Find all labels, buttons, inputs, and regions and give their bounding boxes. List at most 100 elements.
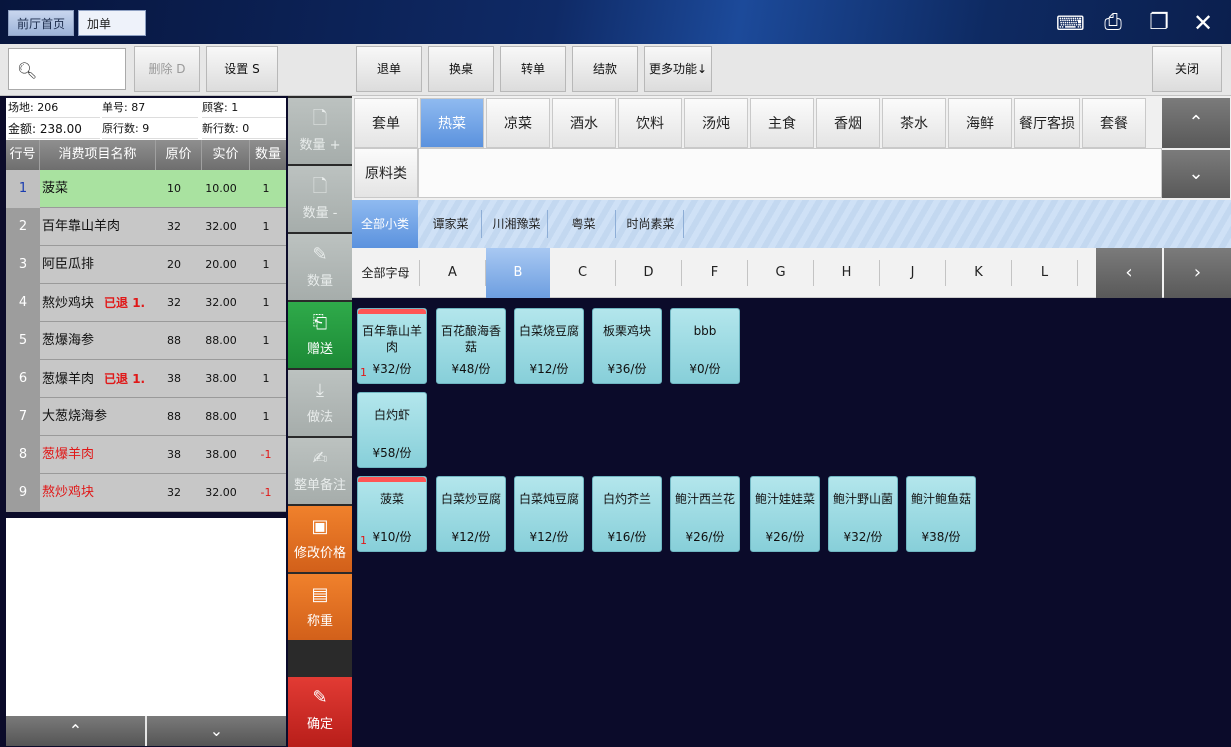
- table-row[interactable]: 3 阿臣瓜排 20 20.00 1: [6, 246, 286, 284]
- delete-button[interactable]: 删除 D: [134, 46, 200, 92]
- dish-card[interactable]: 百年靠山羊肉 ¥32/份 1: [357, 308, 427, 384]
- letter-filter[interactable]: J: [880, 260, 946, 286]
- letter-prev-button[interactable]: ‹: [1096, 248, 1162, 298]
- subcategory-tab[interactable]: 川湘豫菜: [486, 210, 548, 238]
- change-table-button[interactable]: 换桌: [428, 46, 494, 92]
- quantity: 1: [262, 410, 270, 423]
- document-icon: 🗋︎: [312, 176, 328, 197]
- quantity-plus-button[interactable]: 🗋︎ 数量 +: [288, 98, 352, 164]
- category-tab[interactable]: 餐厅客损: [1014, 98, 1080, 148]
- dish-card[interactable]: 鲍汁野山菌 ¥32/份: [828, 476, 898, 552]
- amount-label: 金额: 238.00: [8, 119, 100, 139]
- table-row[interactable]: 4 熬炒鸡块 已退 1. 32 32.00 1: [6, 284, 286, 322]
- subcategory-tab[interactable]: 时尚素菜: [618, 210, 684, 238]
- category-tab[interactable]: 海鲜: [948, 98, 1012, 148]
- tab-home[interactable]: 前厅首页: [8, 10, 74, 36]
- dish-name: 白菜烧豆腐: [518, 324, 579, 338]
- letter-filter[interactable]: F: [682, 260, 748, 286]
- item-name-text: 葱爆羊肉: [42, 447, 95, 462]
- tab-order[interactable]: 加单 206✕: [78, 10, 146, 57]
- restore-window-icon[interactable]: ❐: [1146, 10, 1172, 36]
- scroll-down-button[interactable]: ⌄: [147, 716, 286, 746]
- letter-filter[interactable]: H: [814, 260, 880, 286]
- search-icon: 🔍︎: [17, 61, 38, 80]
- modify-price-button[interactable]: ▣ 修改价格: [288, 506, 352, 572]
- category-down-button[interactable]: ⌄: [1162, 150, 1230, 198]
- table-row[interactable]: 7 大葱烧海参 88 88.00 1: [6, 398, 286, 436]
- table-row[interactable]: 6 葱爆羊肉 已退 1. 38 38.00 1: [6, 360, 286, 398]
- category-tab[interactable]: 套餐: [1082, 98, 1146, 148]
- order-note-button[interactable]: ✍ 整单备注: [288, 438, 352, 504]
- letter-filter[interactable]: G: [748, 260, 814, 286]
- item-name: 葱爆羊肉 已退 1.: [42, 360, 162, 398]
- weigh-button[interactable]: ▤ 称重: [288, 574, 352, 640]
- letter-filter[interactable]: D: [616, 260, 682, 286]
- category-tab[interactable]: 凉菜: [486, 98, 550, 148]
- category-up-button[interactable]: ⌃: [1162, 98, 1230, 148]
- dish-card[interactable]: 白菜炖豆腐 ¥12/份: [514, 476, 584, 552]
- category-tab[interactable]: 热菜: [420, 98, 484, 148]
- search-box[interactable]: 🔍︎: [8, 48, 126, 90]
- letter-filter[interactable]: A: [420, 260, 486, 286]
- category-tab[interactable]: 茶水: [882, 98, 946, 148]
- letter-filter[interactable]: 全部字母: [352, 260, 420, 286]
- keyboard-icon[interactable]: ⌨: [1056, 10, 1085, 36]
- letter-next-button[interactable]: ›: [1164, 248, 1231, 298]
- settings-button[interactable]: 设置 S: [206, 46, 278, 92]
- close-button[interactable]: 关闭: [1152, 46, 1222, 92]
- dish-card[interactable]: 鲍汁西兰花 ¥26/份: [670, 476, 740, 552]
- letter-filter[interactable]: B: [486, 248, 550, 298]
- item-name: 阿臣瓜排: [42, 246, 162, 284]
- dish-card[interactable]: 白灼芥兰 ¥16/份: [592, 476, 662, 552]
- table-row[interactable]: 5 葱爆海参 88 88.00 1: [6, 322, 286, 360]
- dish-card[interactable]: 白菜烧豆腐 ¥12/份: [514, 308, 584, 384]
- category-tab[interactable]: 饮料: [618, 98, 682, 148]
- dish-card[interactable]: 百花酿海香菇 ¥48/份: [436, 308, 506, 384]
- table-row[interactable]: 8 葱爆羊肉 38 38.00 -1: [6, 436, 286, 474]
- category-tab[interactable]: 香烟: [816, 98, 880, 148]
- title-bar: 前厅首页 加单 206✕ ⌨ ⎙ ❐ ✕: [0, 0, 1231, 57]
- quantity: 1: [262, 220, 270, 233]
- letter-filter[interactable]: C: [550, 260, 616, 286]
- search-input[interactable]: [37, 55, 121, 83]
- letter-filter[interactable]: L: [1012, 260, 1078, 286]
- quantity: -1: [260, 486, 272, 499]
- method-button[interactable]: ⤓ 做法: [288, 370, 352, 436]
- transfer-button[interactable]: 转单: [500, 46, 566, 92]
- subcategory-tab[interactable]: 谭家菜: [420, 210, 482, 238]
- dish-card[interactable]: 白菜炒豆腐 ¥12/份: [436, 476, 506, 552]
- guest-count-label: 顾客: 1: [202, 98, 286, 118]
- refund-button[interactable]: 退单: [356, 46, 422, 92]
- dish-card[interactable]: bbb ¥0/份: [670, 308, 740, 384]
- dish-card[interactable]: 菠菜 ¥10/份 1: [357, 476, 427, 552]
- category-tab[interactable]: 汤炖: [684, 98, 748, 148]
- dish-card[interactable]: 白灼虾 ¥58/份: [357, 392, 427, 468]
- dish-price: ¥16/份: [607, 530, 647, 544]
- dish-card[interactable]: 鲍汁鲍鱼菇 ¥38/份: [906, 476, 976, 552]
- letter-filter[interactable]: K: [946, 260, 1012, 286]
- table-row[interactable]: 1 菠菜 10 10.00 1: [6, 170, 286, 208]
- original-price: 88: [167, 410, 181, 423]
- category-tab[interactable]: 主食: [750, 98, 814, 148]
- quantity-button[interactable]: ✎ 数量: [288, 234, 352, 300]
- close-window-icon[interactable]: ✕: [1190, 10, 1216, 36]
- gift-button[interactable]: ⎗ 赠送: [288, 302, 352, 368]
- category-tab[interactable]: 原料类: [354, 148, 418, 198]
- item-name-text: 熬炒鸡块: [42, 485, 95, 500]
- confirm-button[interactable]: ✎ 确定: [288, 677, 352, 747]
- checkout-button[interactable]: 结款: [572, 46, 638, 92]
- quantity-minus-button[interactable]: 🗋︎ 数量 -: [288, 166, 352, 232]
- dish-card[interactable]: 板栗鸡块 ¥36/份: [592, 308, 662, 384]
- category-tab[interactable]: 酒水: [552, 98, 616, 148]
- subcategory-tab[interactable]: 全部小类: [352, 200, 418, 248]
- table-row[interactable]: 9 熬炒鸡块 32 32.00 -1: [6, 474, 286, 512]
- print-icon[interactable]: ⎙: [1100, 10, 1126, 36]
- category-tab[interactable]: 套单: [354, 98, 418, 148]
- scroll-up-button[interactable]: ⌃: [6, 716, 145, 746]
- dish-card[interactable]: 鲍汁娃娃菜 ¥26/份: [750, 476, 820, 552]
- dish-price: ¥26/份: [685, 530, 725, 544]
- subcategory-tab[interactable]: 粤菜: [552, 210, 616, 238]
- chevron-left-icon: ‹: [1125, 262, 1133, 283]
- table-row[interactable]: 2 百年靠山羊肉 32 32.00 1: [6, 208, 286, 246]
- more-functions-button[interactable]: 更多功能↓: [644, 46, 712, 92]
